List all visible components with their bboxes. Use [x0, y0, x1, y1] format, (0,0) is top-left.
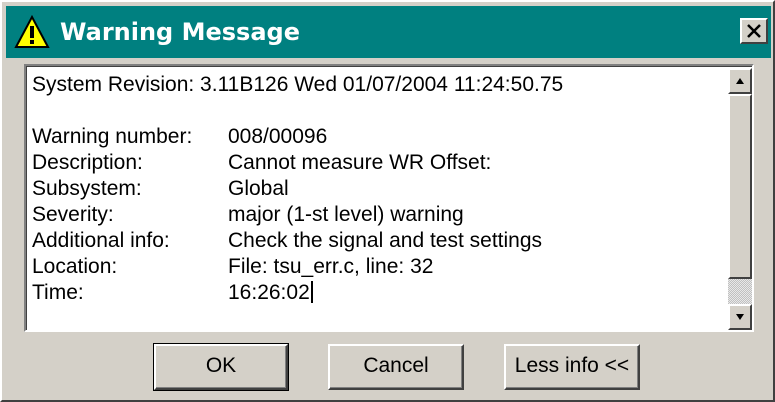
- field-label: Severity:: [32, 203, 114, 226]
- scrollbar-thumb[interactable]: [728, 94, 752, 279]
- window-title: Warning Message: [60, 18, 300, 46]
- arrow-up-icon: [736, 78, 744, 84]
- scroll-up-button[interactable]: [728, 68, 752, 94]
- field-label: Warning number:: [32, 125, 193, 148]
- field-label: Time:: [32, 281, 84, 304]
- field-label: Additional info:: [32, 229, 170, 252]
- system-revision: System Revision: 3.11B126 Wed 01/07/2004…: [32, 73, 564, 96]
- field-value: major (1-st level) warning: [228, 203, 464, 226]
- message-text-area[interactable]: System Revision: 3.11B126 Wed 01/07/2004…: [24, 64, 754, 332]
- message-content: System Revision: 3.11B126 Wed 01/07/2004…: [32, 66, 722, 328]
- field-value: 008/00096: [228, 125, 328, 148]
- vertical-scrollbar[interactable]: [728, 68, 752, 330]
- field-label: Subsystem:: [32, 177, 142, 200]
- title-bar[interactable]: Warning Message: [6, 6, 771, 58]
- field-label: Location:: [32, 255, 118, 278]
- text-caret: [310, 281, 313, 303]
- warning-dialog: Warning Message System Revision: 3.11B12…: [0, 0, 775, 402]
- scroll-down-button[interactable]: [728, 304, 752, 330]
- ok-button[interactable]: OK: [153, 343, 289, 391]
- field-label: Description:: [32, 151, 143, 174]
- warning-icon: [14, 15, 50, 48]
- field-value: File: tsu_err.c, line: 32: [228, 255, 434, 278]
- arrow-down-icon: [736, 314, 744, 320]
- field-value: Cannot measure WR Offset:: [228, 151, 492, 174]
- less-info-button[interactable]: Less info <<: [504, 344, 640, 390]
- cancel-button[interactable]: Cancel: [328, 344, 464, 390]
- field-value: Global: [228, 177, 289, 200]
- field-value: 16:26:02: [228, 281, 310, 304]
- close-button[interactable]: [740, 18, 768, 44]
- field-value-with-caret: 16:26:02: [228, 280, 313, 306]
- close-icon: [747, 24, 761, 38]
- field-value: Check the signal and test settings: [228, 229, 543, 252]
